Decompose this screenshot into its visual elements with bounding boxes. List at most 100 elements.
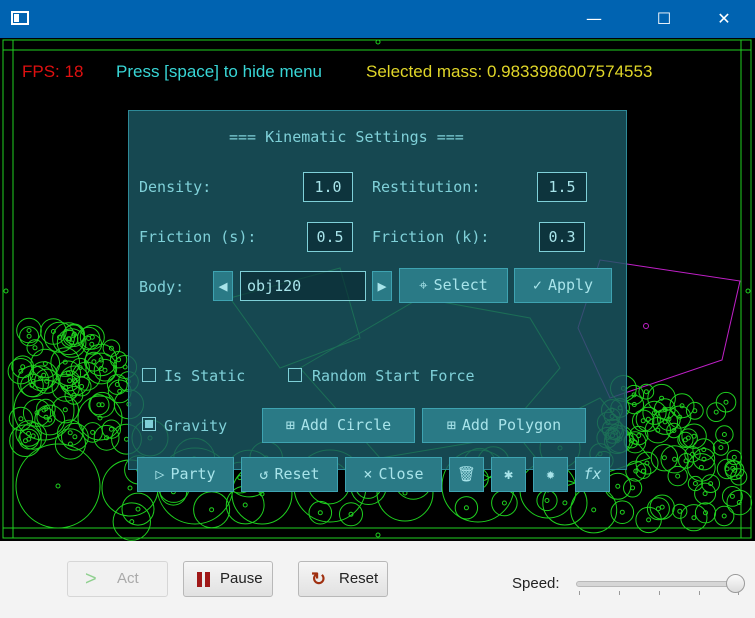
hide-menu-hint: Press [space] to hide menu bbox=[116, 62, 323, 81]
simulation-canvas[interactable]: FPS: 18 Press [space] to hide menu Selec… bbox=[0, 38, 755, 541]
wall-center-marker bbox=[375, 532, 381, 538]
body-label: Body: bbox=[139, 278, 185, 296]
circle-center bbox=[129, 519, 135, 525]
circle-center bbox=[26, 333, 32, 339]
circle-center bbox=[242, 502, 248, 508]
circle-center bbox=[615, 483, 621, 489]
circle-center bbox=[723, 399, 729, 405]
slider-tick bbox=[659, 591, 660, 595]
add-circle-button[interactable]: ⊞ Add Circle bbox=[262, 408, 415, 443]
circle-center bbox=[30, 433, 36, 439]
function-button[interactable]: fx bbox=[575, 457, 610, 492]
random-start-force-checkbox[interactable] bbox=[288, 368, 302, 382]
add-file-icon: ⊞ bbox=[285, 416, 295, 434]
circle-center bbox=[62, 407, 68, 413]
circle-center bbox=[562, 500, 568, 506]
speed-slider-thumb[interactable] bbox=[726, 574, 745, 593]
circle-center bbox=[43, 414, 49, 420]
play-icon: ▷ bbox=[155, 465, 165, 483]
physics-circle bbox=[112, 502, 152, 541]
physics-circle bbox=[339, 502, 363, 527]
panel-close-button[interactable]: × Close bbox=[345, 457, 442, 492]
physics-circle bbox=[638, 383, 655, 400]
physics-circle bbox=[109, 351, 128, 369]
physics-circle bbox=[726, 489, 753, 516]
restitution-field[interactable]: 1.5 bbox=[537, 172, 587, 202]
crosshair-icon: ⌖ bbox=[419, 276, 428, 294]
previous-body-button[interactable]: ◀ bbox=[213, 271, 233, 301]
slider-tick bbox=[699, 591, 700, 595]
delete-button[interactable]: 🗑 bbox=[449, 457, 484, 492]
add-polygon-button[interactable]: ⊞ Add Polygon bbox=[422, 408, 586, 443]
static-friction-field[interactable]: 0.5 bbox=[307, 222, 353, 252]
fps-counter: FPS: 18 bbox=[22, 62, 84, 81]
density-field[interactable]: 1.0 bbox=[303, 172, 353, 202]
apply-button[interactable]: ✓ Apply bbox=[514, 268, 612, 303]
physics-circle bbox=[623, 478, 643, 498]
wall-center-marker bbox=[375, 39, 381, 45]
restitution-label: Restitution: bbox=[372, 178, 481, 196]
circle-center bbox=[713, 409, 719, 415]
select-button[interactable]: ⌖ Select bbox=[399, 268, 508, 303]
circle-center bbox=[544, 498, 550, 503]
speed-slider-track[interactable] bbox=[576, 581, 741, 587]
pause-icon-bar bbox=[205, 572, 210, 587]
reset-button[interactable]: ↻ Reset bbox=[298, 561, 388, 597]
close-window-button[interactable]: ✕ bbox=[701, 0, 747, 38]
kinetic-friction-field[interactable]: 0.3 bbox=[539, 222, 585, 252]
circle-center bbox=[662, 419, 668, 425]
slider-tick bbox=[579, 591, 580, 595]
add-polygon-label: Add Polygon bbox=[461, 416, 562, 434]
physics-circle bbox=[722, 486, 743, 507]
act-button[interactable]: > Act bbox=[67, 561, 168, 597]
particles-button[interactable]: ✱ bbox=[491, 457, 526, 492]
circle-center bbox=[26, 328, 32, 333]
top-wall bbox=[2, 39, 752, 51]
physics-circle bbox=[51, 396, 80, 424]
circle-center bbox=[729, 493, 735, 499]
kinetic-friction-label: Friction (k): bbox=[372, 228, 490, 246]
kinematic-settings-panel: === Kinematic Settings === Density: 1.0 … bbox=[128, 110, 627, 492]
party-button[interactable]: ▷ Party bbox=[137, 457, 234, 492]
is-static-checkbox[interactable] bbox=[142, 368, 156, 382]
next-body-button[interactable]: ▶ bbox=[372, 271, 392, 301]
circle-center bbox=[640, 468, 646, 474]
physics-circle bbox=[706, 402, 727, 423]
app-window: — ☐ ✕ FPS: 18 Press [space] to hide menu… bbox=[0, 0, 755, 618]
circle-center bbox=[702, 491, 708, 497]
physics-circle bbox=[101, 419, 122, 439]
circle-center bbox=[127, 485, 133, 491]
close-icon: × bbox=[363, 465, 373, 483]
gravity-checkbox[interactable] bbox=[142, 417, 156, 431]
panel-reset-button[interactable]: ↺ Reset bbox=[241, 457, 338, 492]
reset-label: Reset bbox=[339, 570, 379, 587]
wall-center-marker bbox=[3, 288, 9, 294]
undo-icon: ↺ bbox=[259, 465, 269, 483]
circle-center bbox=[691, 433, 697, 439]
circle-center bbox=[661, 455, 667, 461]
pause-button[interactable]: Pause bbox=[183, 561, 273, 597]
slider-tick bbox=[619, 591, 620, 595]
body-field[interactable]: obj120 bbox=[240, 271, 366, 301]
physics-circle bbox=[680, 504, 708, 532]
gear-icon: ✹ bbox=[545, 465, 556, 483]
add-file-icon: ⊞ bbox=[446, 416, 456, 434]
physics-circle bbox=[570, 486, 618, 534]
circle-center bbox=[55, 483, 61, 489]
refresh-icon: ↻ bbox=[311, 569, 327, 589]
circle-center bbox=[721, 432, 727, 437]
physics-circle bbox=[491, 489, 518, 517]
circle-center bbox=[72, 434, 78, 440]
settings-button[interactable]: ✹ bbox=[533, 457, 568, 492]
minimize-button[interactable]: — bbox=[571, 0, 617, 38]
sparkle-icon: ✱ bbox=[503, 465, 514, 483]
app-icon bbox=[11, 11, 29, 25]
physics-circle bbox=[652, 408, 679, 435]
apply-button-label: Apply bbox=[547, 276, 594, 294]
circle-center bbox=[18, 416, 24, 422]
circle-center bbox=[79, 384, 85, 389]
maximize-button[interactable]: ☐ bbox=[641, 0, 687, 38]
circle-center bbox=[646, 517, 652, 523]
static-friction-label: Friction (s): bbox=[139, 228, 257, 246]
circle-center bbox=[108, 426, 114, 432]
